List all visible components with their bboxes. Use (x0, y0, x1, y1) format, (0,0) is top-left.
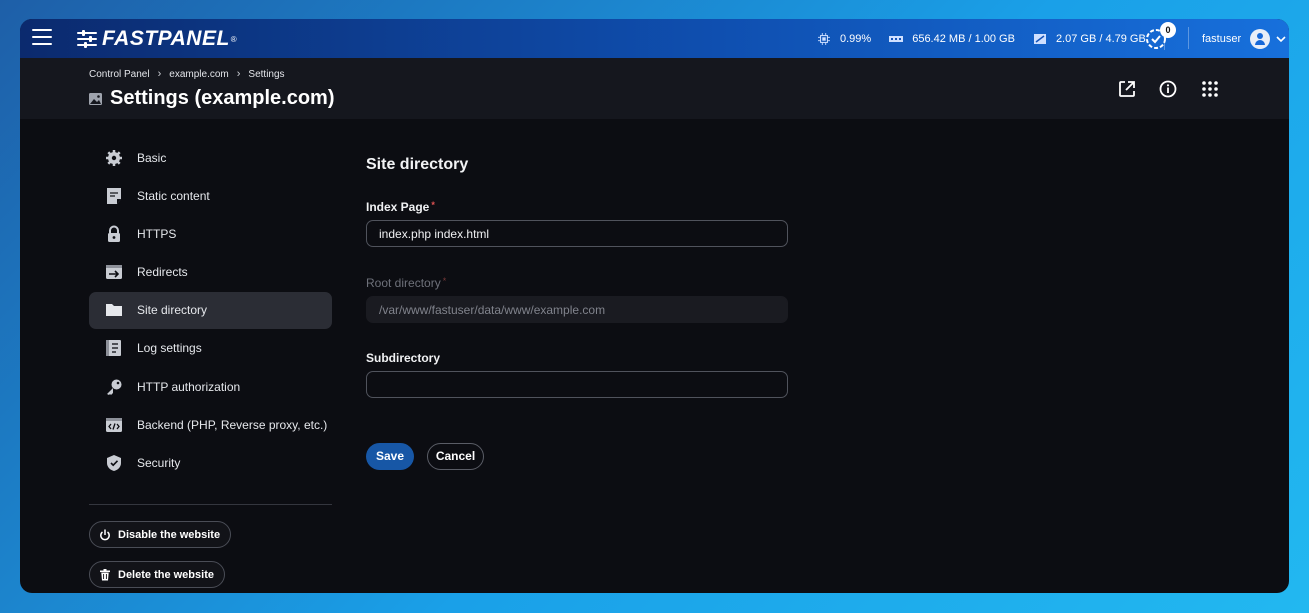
cancel-button[interactable]: Cancel (427, 443, 484, 470)
menu-icon[interactable] (32, 29, 52, 47)
apps-grid-icon[interactable] (1200, 79, 1220, 99)
avatar (1250, 28, 1271, 49)
user-menu[interactable]: fastuser (1202, 19, 1286, 58)
disk-icon (1033, 33, 1046, 44)
sidebar-item-label: Backend (PHP, Reverse proxy, etc.) (137, 417, 328, 432)
ram-icon (889, 35, 904, 42)
external-link-icon[interactable] (1117, 79, 1137, 99)
sidebar-item-basic[interactable]: Basic (89, 139, 332, 176)
app-window: FASTPANEL ® 0.99% 656.42 MB / 1.00 GB 2.… (20, 19, 1289, 593)
cpu-stat: 0.99% (817, 32, 872, 45)
save-button[interactable]: Save (366, 443, 414, 470)
key-icon (107, 379, 122, 395)
header-actions (1117, 58, 1137, 119)
root-directory-label: Root directory * (366, 276, 446, 290)
shield-icon (107, 455, 121, 471)
breadcrumb-settings: Settings (248, 68, 285, 80)
logo-icon (77, 30, 97, 48)
sidebar-divider (89, 504, 332, 505)
user-divider (1188, 27, 1189, 49)
sidebar-item-http-authorization[interactable]: HTTP authorization (89, 368, 332, 405)
disk-stat: 2.07 GB / 4.79 GB (1033, 33, 1146, 45)
page-header: Control Panel › example.com › Settings S… (20, 58, 1289, 119)
top-bar: FASTPANEL ® 0.99% 656.42 MB / 1.00 GB 2.… (20, 19, 1289, 58)
log-icon (106, 340, 121, 357)
delete-website-label: Delete the website (118, 568, 214, 581)
breadcrumb: Control Panel › example.com › Settings (89, 68, 285, 80)
disable-website-label: Disable the website (118, 528, 221, 541)
sidebar-item-log-settings[interactable]: Log settings (89, 330, 332, 367)
disable-website-button[interactable]: Disable the website (89, 521, 232, 548)
sidebar-item-label: Site directory (137, 303, 208, 318)
page-title-text: Settings (example.com) (110, 87, 335, 109)
gear-icon (106, 149, 122, 166)
required-marker: * (442, 276, 447, 286)
sidebar-item-label: Static content (137, 188, 210, 203)
cpu-icon (818, 32, 830, 45)
lock-icon (108, 225, 120, 242)
username: fastuser (1202, 32, 1242, 45)
root-directory-label-text: Root directory (366, 276, 441, 290)
fastpanel-logo[interactable]: FASTPANEL ® (76, 27, 237, 51)
index-page-label: Index Page * (366, 200, 435, 214)
subdirectory-input[interactable] (366, 371, 788, 398)
subdirectory-label-text: Subdirectory (366, 351, 441, 365)
breadcrumb-separator: › (236, 68, 241, 80)
info-icon[interactable] (1158, 79, 1178, 99)
breadcrumb-site[interactable]: example.com (169, 69, 228, 80)
section-title: Site directory (366, 156, 469, 173)
redirect-icon (106, 265, 122, 280)
root-directory-input (366, 296, 788, 323)
sidebar-item-security[interactable]: Security (89, 445, 332, 482)
trash-icon (100, 568, 110, 580)
site-image-icon (89, 92, 102, 105)
logo-text: FASTPANEL (102, 27, 230, 50)
server-stats: 0.99% 656.42 MB / 1.00 GB 2.07 GB / 4.79… (817, 19, 1165, 58)
sidebar-item-label: Log settings (137, 341, 202, 356)
header-actions-info (1158, 58, 1178, 119)
subdirectory-label: Subdirectory (366, 351, 440, 365)
folder-icon (106, 304, 122, 317)
sidebar-item-label: HTTP authorization (137, 379, 241, 394)
sidebar-item-label: HTTPS (137, 226, 177, 241)
sidebar-item-label: Security (137, 456, 181, 470)
ram-value: 656.42 MB / 1.00 GB (912, 32, 1015, 45)
breadcrumb-separator: › (157, 68, 162, 80)
tasks-count-badge: 0 (1160, 22, 1176, 38)
power-icon (100, 529, 110, 540)
sidebar-item-redirects[interactable]: Redirects (89, 254, 332, 291)
sidebar-item-https[interactable]: HTTPS (89, 215, 332, 252)
required-marker: * (431, 200, 435, 210)
breadcrumb-control-panel[interactable]: Control Panel (89, 69, 150, 80)
disk-value: 2.07 GB / 4.79 GB (1055, 32, 1146, 45)
sidebar-item-site-directory[interactable]: Site directory (89, 291, 332, 329)
sidebar-item-static-content[interactable]: Static content (89, 177, 332, 214)
ram-stat: 656.42 MB / 1.00 GB (889, 33, 1015, 45)
document-icon (107, 187, 121, 204)
page-title: Settings (example.com) (89, 87, 335, 110)
index-page-input[interactable] (366, 220, 788, 247)
logo-registered-mark: ® (230, 34, 237, 44)
code-icon (106, 417, 122, 432)
delete-website-button[interactable]: Delete the website (89, 561, 225, 588)
settings-sidebar: Basic Static content HTTPS Redirects Sit… (89, 139, 332, 483)
sidebar-item-label: Basic (137, 150, 167, 165)
cpu-value: 0.99% (840, 32, 872, 45)
index-page-label-text: Index Page (366, 200, 430, 214)
sidebar-item-label: Redirects (137, 265, 188, 280)
sidebar-item-backend[interactable]: Backend (PHP, Reverse proxy, etc.) (89, 406, 332, 443)
header-actions-apps (1200, 58, 1220, 119)
chevron-down-icon (1276, 35, 1286, 42)
